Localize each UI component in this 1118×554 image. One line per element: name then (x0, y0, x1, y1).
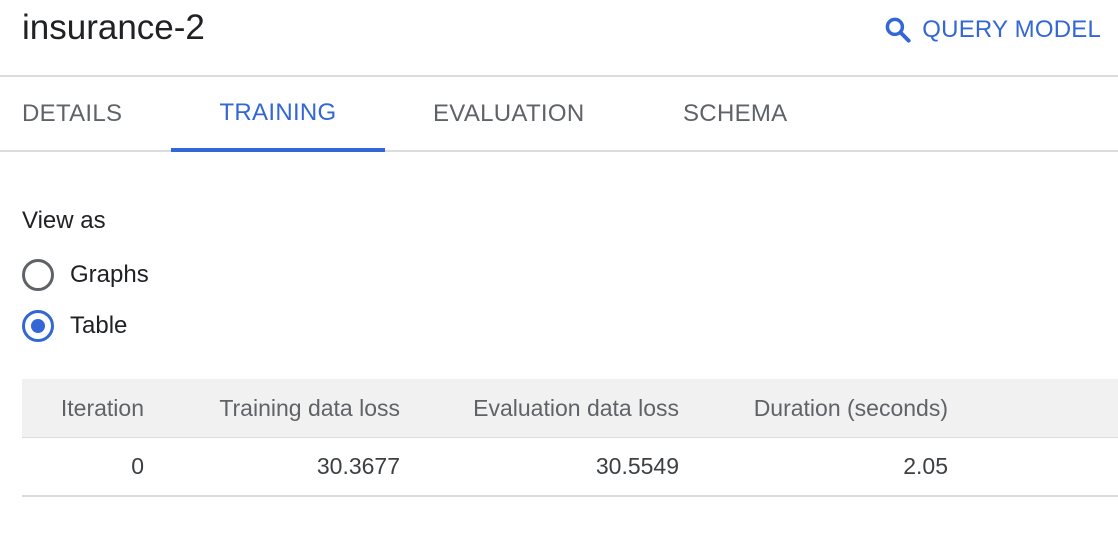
view-option-graphs[interactable]: Graphs (22, 259, 149, 291)
column-header-evaluation-loss[interactable]: Evaluation data loss (400, 379, 679, 437)
query-model-label: QUERY MODEL (922, 16, 1101, 43)
column-header-duration[interactable]: Duration (seconds) (679, 379, 948, 437)
column-header-training-loss[interactable]: Training data loss (144, 379, 400, 437)
graphs-radio-label: Graphs (70, 261, 149, 288)
cell-iteration: 0 (131, 453, 144, 479)
training-table: Iteration Training data loss Evaluation … (22, 379, 1118, 497)
query-model-button[interactable]: QUERY MODEL (883, 12, 1101, 48)
graphs-radio[interactable] (22, 259, 54, 291)
table-header-row: Iteration Training data loss Evaluation … (22, 379, 1118, 438)
page-header: insurance-2 QUERY MODEL (0, 0, 1118, 77)
tab-evaluation[interactable]: EVALUATION (433, 77, 588, 150)
view-option-table[interactable]: Table (22, 310, 127, 342)
search-icon (883, 15, 913, 45)
cell-duration: 2.05 (903, 453, 948, 479)
table-radio[interactable] (22, 310, 54, 342)
page-title: insurance-2 (22, 8, 205, 47)
tab-schema[interactable]: SCHEMA (683, 77, 793, 150)
view-as-heading: View as (22, 207, 106, 234)
tab-training[interactable]: TRAINING (171, 77, 385, 152)
tab-details[interactable]: DETAILS (22, 77, 122, 150)
cell-evaluation-loss: 30.5549 (595, 453, 679, 479)
table-radio-label: Table (70, 312, 128, 339)
table-row: 0 30.3677 30.5549 2.05 (22, 438, 1118, 497)
cell-training-loss: 30.3677 (316, 453, 400, 479)
tab-bar: DETAILS TRAINING EVALUATION SCHEMA (0, 77, 1118, 152)
column-header-iteration[interactable]: Iteration (22, 379, 144, 437)
